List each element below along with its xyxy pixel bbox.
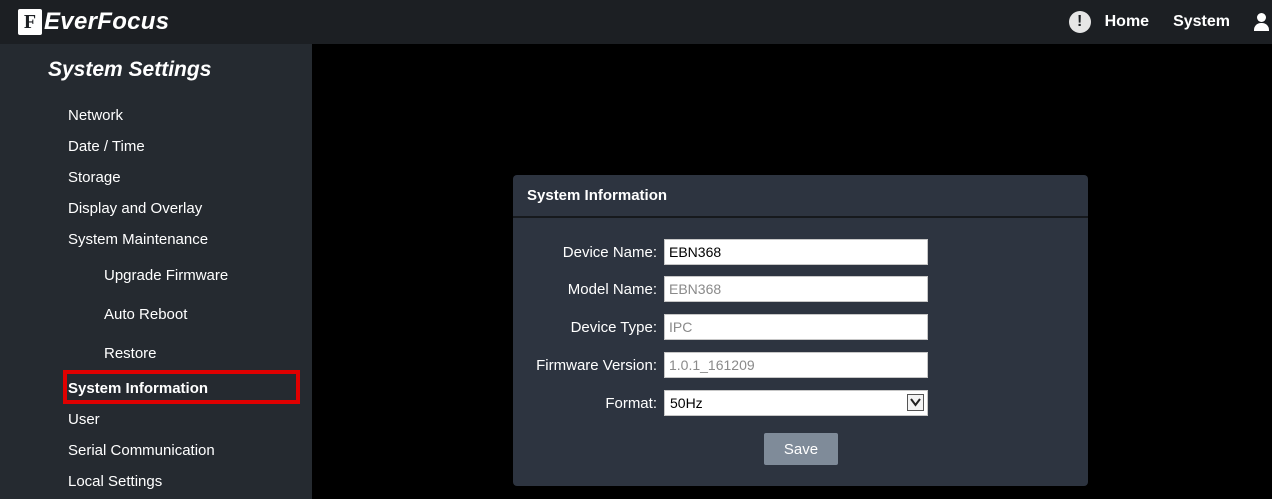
panel-header: System Information bbox=[513, 175, 1088, 218]
sidebar-title: System Settings bbox=[48, 58, 212, 81]
firmware-version-label: Firmware Version: bbox=[536, 357, 657, 374]
logo-text: EverFocus bbox=[44, 8, 170, 35]
model-name-row: Model Name: bbox=[513, 276, 1088, 302]
firmware-version-row: Firmware Version: bbox=[513, 352, 1088, 378]
model-name-label: Model Name: bbox=[567, 281, 657, 298]
device-name-label: Device Name: bbox=[562, 244, 657, 261]
sidebar-item-network[interactable]: Network bbox=[68, 107, 123, 124]
logo-mark: F bbox=[18, 9, 42, 35]
sidebar-item-user[interactable]: User bbox=[68, 411, 100, 428]
top-nav: ! Home System bbox=[1068, 0, 1272, 44]
sidebar-item-restore[interactable]: Restore bbox=[104, 345, 157, 362]
user-icon-head bbox=[1257, 13, 1266, 22]
device-type-input[interactable] bbox=[664, 314, 928, 340]
format-selected-value: 50Hz bbox=[670, 395, 703, 411]
format-select-box[interactable]: 50Hz bbox=[664, 390, 928, 416]
top-bar: F EverFocus ! Home System bbox=[0, 0, 1272, 44]
sidebar-item-display-overlay[interactable]: Display and Overlay bbox=[68, 200, 202, 217]
sidebar-item-storage[interactable]: Storage bbox=[68, 169, 121, 186]
device-name-input[interactable] bbox=[664, 239, 928, 265]
firmware-version-input[interactable] bbox=[664, 352, 928, 378]
chevron-down-icon[interactable] bbox=[907, 394, 924, 411]
sidebar-item-auto-reboot[interactable]: Auto Reboot bbox=[104, 306, 187, 323]
alert-icon[interactable]: ! bbox=[1068, 11, 1091, 33]
format-label: Format: bbox=[605, 395, 657, 412]
save-button[interactable]: Save bbox=[764, 433, 838, 465]
format-row: Format: 50Hz bbox=[513, 390, 1088, 416]
device-type-row: Device Type: bbox=[513, 314, 1088, 340]
nav-system-link[interactable]: System bbox=[1173, 13, 1230, 31]
main-content: System Information Device Name: Model Na… bbox=[312, 44, 1272, 499]
format-select[interactable]: 50Hz bbox=[664, 390, 928, 416]
system-information-panel: System Information Device Name: Model Na… bbox=[513, 175, 1088, 486]
sidebar: System Settings Network Date / Time Stor… bbox=[0, 44, 312, 499]
selection-highlight-box bbox=[63, 370, 300, 404]
device-type-label: Device Type: bbox=[570, 319, 657, 336]
everfocus-logo[interactable]: F EverFocus bbox=[18, 6, 169, 38]
model-name-input[interactable] bbox=[664, 276, 928, 302]
sidebar-item-serial-communication[interactable]: Serial Communication bbox=[68, 442, 215, 459]
sidebar-item-system-maintenance[interactable]: System Maintenance bbox=[68, 231, 208, 248]
sidebar-item-date-time[interactable]: Date / Time bbox=[68, 138, 145, 155]
nav-home-link[interactable]: Home bbox=[1105, 13, 1149, 31]
sidebar-item-local-settings[interactable]: Local Settings bbox=[68, 473, 162, 490]
device-name-row: Device Name: bbox=[513, 239, 1088, 265]
sidebar-item-upgrade-firmware[interactable]: Upgrade Firmware bbox=[104, 267, 228, 284]
user-icon[interactable] bbox=[1254, 11, 1269, 33]
user-icon-body bbox=[1254, 23, 1269, 31]
panel-title: System Information bbox=[527, 187, 668, 204]
right-gutter bbox=[1272, 0, 1277, 502]
